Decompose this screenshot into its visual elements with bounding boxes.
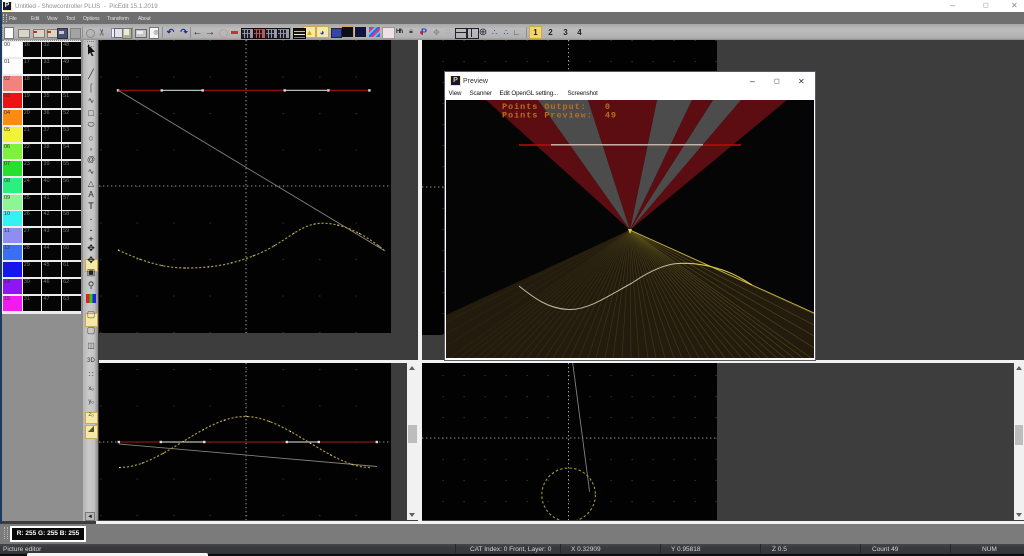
svg-text:Points Preview: 49: Points Preview: 49 (502, 111, 617, 121)
